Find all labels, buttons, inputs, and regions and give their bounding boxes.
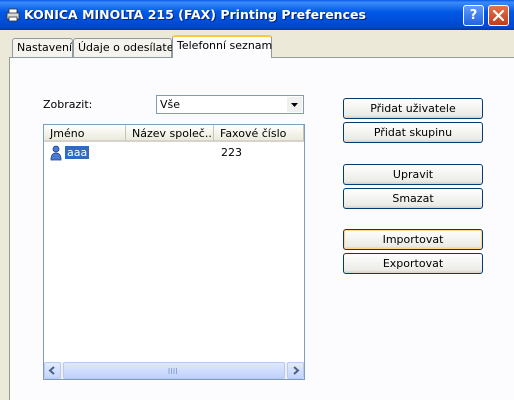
column-header-name[interactable]: Jméno (44, 125, 126, 142)
tab-udaje-o-odesilateli[interactable]: Údaje o odesílateli (73, 38, 180, 57)
delete-button[interactable]: Smazat (343, 188, 483, 209)
contacts-list[interactable]: Jméno Název společ... Faxové číslo aaa 2… (43, 124, 305, 380)
tab-nastaveni[interactable]: Nastavení (12, 38, 73, 57)
scroll-left-button[interactable] (44, 362, 61, 379)
scroll-right-button[interactable] (287, 362, 304, 379)
import-button[interactable]: Importovat (343, 229, 483, 250)
display-label: Zobrazit: (43, 98, 93, 111)
edit-button[interactable]: Upravit (343, 164, 483, 185)
printer-icon (6, 8, 20, 22)
display-select-value: Vše (160, 98, 181, 111)
list-item[interactable]: aaa 223 (47, 144, 302, 162)
display-select[interactable]: Vše (156, 95, 304, 114)
contact-name: aaa (65, 146, 90, 159)
horizontal-scrollbar[interactable] (44, 362, 304, 379)
add-group-button[interactable]: Přidat skupinu (343, 122, 483, 143)
chevron-right-icon (293, 366, 300, 375)
chevron-down-icon[interactable] (287, 97, 302, 112)
column-header-fax[interactable]: Faxové číslo (214, 125, 304, 142)
column-header-company[interactable]: Název společ... (126, 125, 214, 142)
title-bar[interactable]: KONICA MINOLTA 215 (FAX) Printing Prefer… (0, 0, 514, 30)
close-button[interactable] (488, 5, 509, 26)
help-button[interactable]: ? (463, 5, 484, 26)
window-title: KONICA MINOLTA 215 (FAX) Printing Prefer… (24, 7, 366, 22)
user-icon (50, 145, 62, 161)
export-button[interactable]: Exportovat (343, 253, 483, 274)
close-icon (492, 9, 505, 22)
tab-telefonni-seznam[interactable]: Telefonní seznam (172, 35, 272, 58)
grip-icon (168, 368, 177, 374)
chevron-left-icon (48, 366, 55, 375)
add-user-button[interactable]: Přidat uživatele (343, 98, 483, 119)
scroll-thumb[interactable] (63, 362, 285, 379)
contact-fax: 223 (221, 146, 242, 159)
